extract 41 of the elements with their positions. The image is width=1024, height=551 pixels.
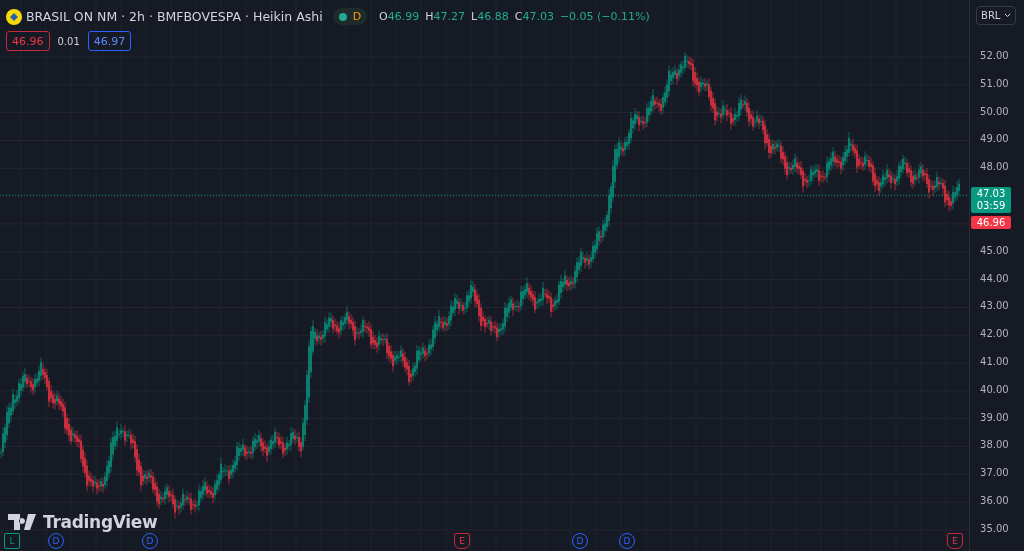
price-tick: 44.00 xyxy=(980,272,1009,284)
price-tick: 42.00 xyxy=(980,328,1009,340)
spread-value: 0.01 xyxy=(57,35,80,47)
ohlc-label: H xyxy=(425,10,434,23)
price-tick: 38.00 xyxy=(980,439,1009,451)
price-tick: 52.00 xyxy=(980,50,1009,61)
price-tick: 36.00 xyxy=(980,495,1009,507)
price-tick: 50.00 xyxy=(980,105,1009,117)
price-tick: 43.00 xyxy=(980,300,1009,312)
currency-dropdown[interactable]: BRL xyxy=(976,6,1017,25)
price-tick: 37.00 xyxy=(980,467,1009,479)
ohlc-label: C xyxy=(514,10,523,23)
ohlc-value: 47.03 xyxy=(522,10,554,23)
price-tick: 39.00 xyxy=(980,411,1009,423)
price-tick: 35.00 xyxy=(980,522,1009,534)
price-change: −0.05 (−0.11%) xyxy=(559,10,650,23)
price-tick: 40.00 xyxy=(980,383,1009,395)
price-tick: 48.00 xyxy=(980,161,1009,173)
brand-name: TradingView xyxy=(43,512,158,532)
sell-button[interactable]: 46.96 xyxy=(6,31,50,51)
ohlc-value: 46.88 xyxy=(477,10,509,23)
price-tick: 49.00 xyxy=(980,133,1009,145)
earnings-marker[interactable]: E xyxy=(454,533,470,549)
last-price: 47.03 xyxy=(976,188,1006,201)
price-tick: 45.00 xyxy=(980,244,1009,256)
split-marker[interactable]: L xyxy=(4,533,20,549)
buy-button[interactable]: 46.97 xyxy=(87,31,132,51)
price-tick: 51.00 xyxy=(980,77,1009,89)
earnings-marker[interactable]: E xyxy=(947,533,963,549)
market-status-badge: D xyxy=(332,8,368,25)
bid-price-label: 46.96 xyxy=(971,216,1012,230)
bar-countdown: 03:59 xyxy=(976,200,1006,213)
ohlc-value: 46.99 xyxy=(387,10,420,23)
ohlc-value: 47.27 xyxy=(433,10,466,23)
symbol-title[interactable]: BRASIL ON NM · 2h · BMFBOVESPA · Heikin Ashi xyxy=(26,9,323,24)
brand-logo-icon xyxy=(8,514,38,530)
price-tick: 41.00 xyxy=(980,356,1009,367)
ohlc-label: L xyxy=(471,10,478,23)
caret-icon xyxy=(1004,13,1012,18)
ohlc-label: O xyxy=(379,10,388,23)
logo-icon xyxy=(6,8,22,25)
